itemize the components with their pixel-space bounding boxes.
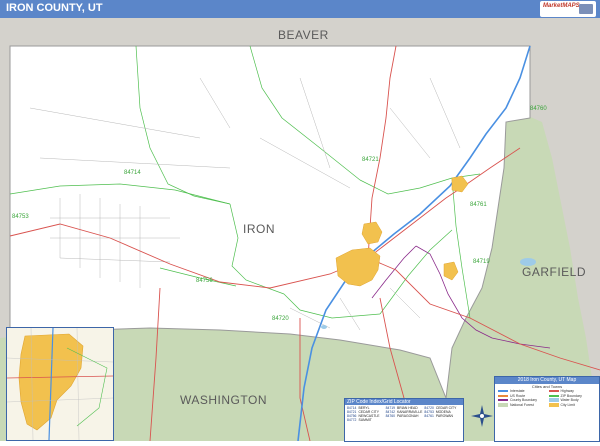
zip-index-rows: 84714 BERYL 84719 BRIAN HEAD 84720 CEDAR CI… [345, 405, 463, 423]
brand-logo: MarketMAPS [540, 1, 596, 17]
compass-rose-icon [471, 405, 493, 427]
county-label-iron: IRON [243, 222, 275, 236]
neighbor-county-washington: WASHINGTON [180, 393, 268, 407]
zip-label: 84756 [196, 278, 213, 284]
legend-item: City Limit [548, 402, 597, 408]
zip-code: 84761 [424, 414, 434, 418]
zip-index-row: 84760 PARAGONAH [386, 414, 423, 418]
zip-index-row: 84772 SUMMIT [347, 418, 384, 422]
us-route-swatch [498, 394, 508, 397]
map-page: IRON COUNTY, UT MarketMAPS BEAVER GARFIE… [0, 0, 600, 442]
logo-text: MarketMAPS [543, 3, 580, 9]
zip-label: 84753 [12, 214, 29, 220]
zip-city: PARAGONAH [397, 414, 419, 418]
county-boundary-swatch [498, 399, 508, 402]
legend-item: National Forest [498, 403, 546, 408]
highway-swatch [548, 390, 559, 393]
legend-items: Interstate Highway US Route ZIP Boundary… [495, 389, 599, 408]
map-title: IRON COUNTY, UT [6, 2, 103, 14]
reservoir [321, 325, 327, 329]
interstate-swatch [498, 390, 508, 393]
legend-title: 2018 Iron County, UT Map [495, 377, 599, 384]
neighbor-county-garfield: GARFIELD [522, 265, 587, 279]
zip-label: 84719 [473, 259, 490, 265]
neighbor-county-beaver: BEAVER [278, 28, 329, 42]
legend-label: National Forest [510, 402, 534, 407]
title-bar: IRON COUNTY, UT MarketMAPS [0, 0, 600, 18]
legend-panel: 2018 Iron County, UT Map Cities and Town… [494, 376, 600, 442]
zip-label: 84760 [530, 106, 547, 112]
zip-label: 84761 [470, 202, 487, 208]
zip-label: 84714 [124, 170, 141, 176]
city-swatch [548, 403, 559, 408]
zip-city: SUMMIT [358, 418, 372, 422]
zip-city: PAROWAN [435, 414, 453, 418]
legend-label: City Limit [560, 402, 575, 407]
forest-swatch [498, 403, 508, 408]
zip-code: 84772 [347, 418, 357, 422]
logo-mark-icon [579, 4, 593, 14]
zip-label: 84721 [362, 157, 379, 163]
zip-label: 84720 [272, 316, 289, 322]
inset-svg [7, 328, 113, 440]
zip-boundary-swatch [548, 394, 559, 397]
zip-code: 84760 [385, 414, 396, 418]
zip-index-row: 84761 PAROWAN [424, 414, 461, 418]
zip-index-panel: ZIP Code Index/Grid Locator 84714 BERYL 8… [344, 398, 464, 442]
inset-map [6, 327, 114, 441]
